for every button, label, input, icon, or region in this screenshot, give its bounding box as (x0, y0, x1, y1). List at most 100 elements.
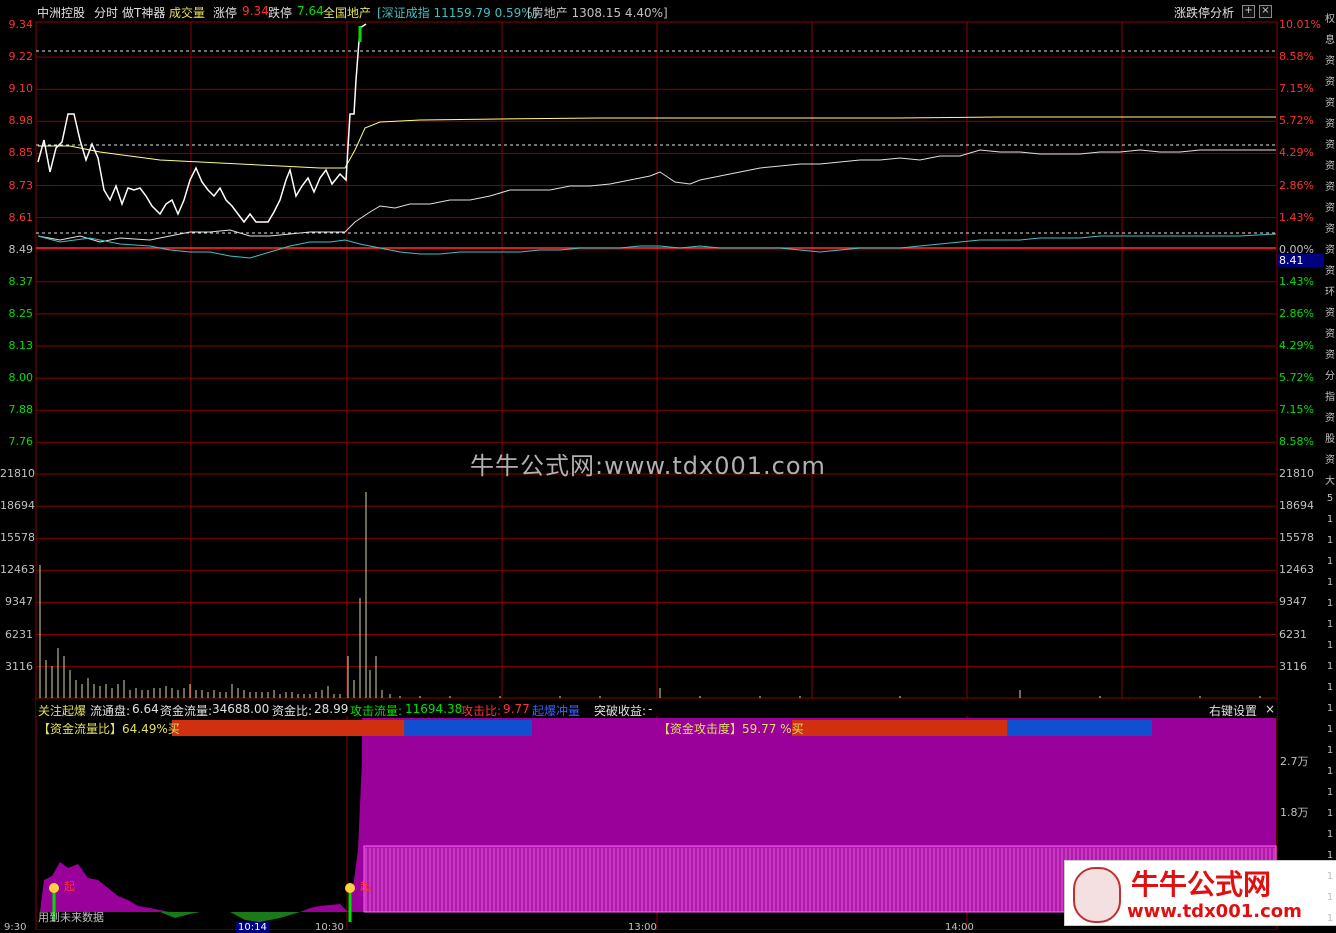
price-tick-left: 8.85 (8, 146, 34, 160)
volume-tick-right: 12463 (1279, 563, 1314, 577)
volume-tick-left: 21810 (0, 467, 35, 480)
signal-label-2: 起 (360, 880, 371, 893)
volume-tick-left: 15578 (0, 531, 35, 545)
right-click-settings[interactable]: 右键设置 (1209, 702, 1257, 719)
price-line (37, 23, 367, 224)
side-panel-char: 指 (1325, 392, 1335, 403)
volume-tick-right: 9347 (1279, 595, 1307, 609)
flow-ratio-text: 【资金流量比】64.49% (38, 722, 168, 736)
side-panel-char: 1 (1326, 598, 1334, 609)
side-panel-char: 1 (1326, 535, 1334, 546)
side-panel-char: 大 (1325, 476, 1335, 487)
fund-flow-label: 资金流量: (160, 704, 213, 718)
price-tick-right: 1.43% (1279, 274, 1314, 288)
volume-tick-right: 15578 (1279, 531, 1314, 545)
logo-url: www.tdx001.com (1127, 901, 1302, 922)
price-tick-left: 8.98 (8, 114, 34, 128)
time-label-1300: 13:00 (628, 922, 657, 933)
side-panel-char: 1 (1326, 577, 1334, 588)
attack-ratio-value: 9.77 (503, 702, 530, 716)
side-panel-char: 资 (1325, 350, 1335, 361)
price-tick-left: 9.10 (8, 82, 34, 96)
price-tick-right: 5.72% (1279, 371, 1314, 385)
time-label-1030: 10:30 (315, 922, 344, 933)
time-cursor-label: 10:14 (236, 922, 269, 933)
side-panel-char: 资 (1325, 77, 1335, 88)
side-panel-char: 资 (1325, 98, 1335, 109)
price-tick-right: 4.29% (1279, 339, 1314, 352)
side-panel-char: 资 (1325, 413, 1335, 424)
price-tick-left: 8.25 (8, 306, 34, 320)
side-panel-char: 1 (1326, 829, 1334, 840)
volume-grid (36, 473, 1276, 699)
indicator-close-icon[interactable]: × (1265, 702, 1275, 716)
side-panel-char: 1 (1326, 871, 1334, 882)
side-panel-char: 1 (1326, 787, 1334, 798)
flow-ratio-bar-fill (172, 720, 405, 736)
side-panel-char: 1 (1326, 850, 1334, 861)
side-panel-char: 1 (1326, 724, 1334, 735)
price-tick-right: 8.58% (1279, 50, 1314, 64)
price-tick-right: 2.86% (1279, 306, 1314, 320)
flow-ratio-label: 【资金流量比】64.49%买 (38, 720, 180, 737)
price-tick-left: 8.13 (8, 339, 34, 352)
price-tick-right: 7.15% (1279, 82, 1314, 96)
fund-flow-value: 34688.00 (212, 702, 270, 716)
side-panel-char: 1 (1326, 808, 1334, 819)
side-panel-char: 1 (1326, 892, 1334, 903)
volume-tick-left: 12463 (0, 563, 35, 577)
attack-bar-fill (792, 720, 1008, 736)
side-panel-char: 资 (1325, 56, 1335, 67)
side-panel-char: 1 (1326, 766, 1334, 777)
current-price-tag: 8.41 (1279, 254, 1304, 267)
price-tick-left: 8.49 (8, 242, 34, 256)
explosion-label: 起爆冲量 (532, 704, 581, 718)
indicator-title[interactable]: 关注起爆 (38, 702, 86, 719)
side-panel-char: 资 (1325, 140, 1335, 151)
price-tick-right: 1.43% (1279, 210, 1314, 224)
price-tick-left: 8.73 (8, 178, 34, 192)
volume-tick-left: 3116 (5, 659, 33, 673)
side-panel-char: 1 (1326, 745, 1334, 756)
attack-flow-value: 11694.38 (405, 702, 463, 716)
price-tick-left: 8.37 (8, 274, 34, 288)
early-flow-area (40, 862, 170, 912)
time-label-1400: 14:00 (945, 922, 974, 933)
price-tick-right: 2.86% (1279, 178, 1314, 192)
price-tick-right: 7.15% (1279, 403, 1314, 417)
float-value: 6.64 (132, 702, 159, 716)
side-panel-char: 权 (1325, 14, 1335, 25)
attack-degree-text: 【资金攻击度】59.77 % (658, 722, 792, 736)
price-tick-right: 8.58% (1279, 435, 1314, 449)
breakthrough-value: - (648, 702, 653, 716)
indicator-axis-2: 1.8万 (1280, 806, 1309, 819)
side-panel-char: 资 (1325, 161, 1335, 172)
site-logo: 牛牛公式网 www.tdx001.com (1064, 860, 1336, 926)
volume-tick-right: 3116 (1279, 659, 1307, 673)
side-panel-char: 股 (1325, 434, 1335, 445)
price-tick-right: 4.29% (1279, 146, 1314, 160)
coin-icon-2 (345, 883, 355, 893)
float-label: 流通盘: (90, 704, 131, 718)
volume-tick-left: 18694 (0, 499, 35, 513)
fund-ratio-label: 资金比: (272, 704, 313, 718)
side-panel-char: 资 (1325, 119, 1335, 130)
volume-tick-right: 6231 (1279, 627, 1307, 641)
side-panel-char: 资 (1325, 203, 1335, 214)
price-tick-right: 10.01% (1279, 18, 1321, 31)
attack-degree-suffix: 买 (791, 722, 804, 736)
side-panel-char: 1 (1326, 619, 1334, 630)
attack-ratio-label: 攻击比: (461, 704, 502, 718)
side-panel-char: 资 (1325, 455, 1335, 466)
price-grid (36, 56, 1276, 443)
indicator-bar: 关注起爆 流通盘: 6.64 资金流量: 34688.00 资金比: 28.99… (36, 700, 1276, 719)
time-label-0930: 9:30 (4, 922, 27, 933)
attack-degree-label: 【资金攻击度】59.77 %买 (658, 720, 804, 737)
price-tick-left: 9.34 (8, 18, 34, 31)
cow-icon (1073, 867, 1121, 923)
watermark: 牛牛公式网:www.tdx001.com (470, 452, 826, 480)
breakthrough-label: 突破收益: (594, 704, 647, 718)
price-tick-left: 9.22 (8, 50, 34, 64)
right-side-panel[interactable]: 权息资资资资资资资资资资资环资资资分指资股资大51111111111111111… (1324, 0, 1336, 930)
side-panel-char: 分 (1325, 371, 1335, 382)
